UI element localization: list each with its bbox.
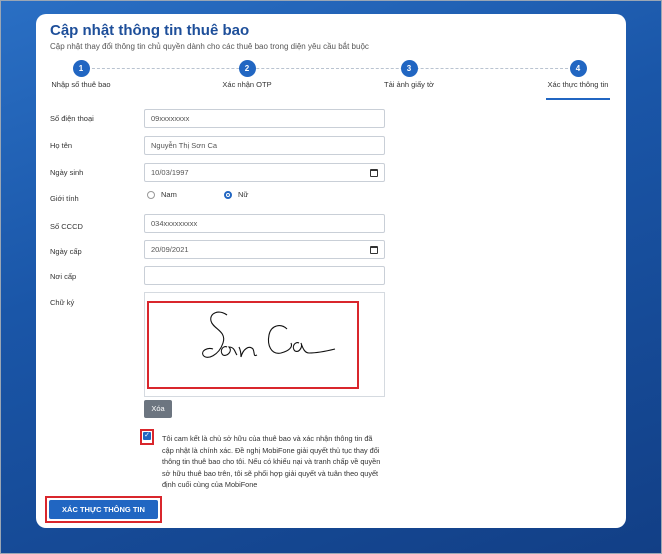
cccd-value: 034xxxxxxxxx bbox=[151, 219, 198, 228]
name-label: Họ tên bbox=[50, 141, 73, 150]
issue-place-label: Nơi cấp bbox=[50, 272, 77, 281]
step-4-label: Xác thực thông tin bbox=[547, 80, 609, 89]
phone-label: Số điện thoại bbox=[50, 114, 94, 123]
radio-female[interactable] bbox=[224, 190, 232, 199]
phone-value: 09xxxxxxxx bbox=[151, 114, 190, 123]
issue-place-field[interactable] bbox=[144, 266, 385, 285]
calendar-icon[interactable] bbox=[370, 168, 378, 177]
name-field[interactable]: Nguyễn Thị Sơn Ca bbox=[144, 136, 385, 155]
verify-info-button[interactable]: XÁC THỰC THÔNG TIN bbox=[49, 500, 158, 519]
calendar-icon[interactable] bbox=[370, 245, 378, 254]
dob-value: 10/03/1997 bbox=[151, 168, 189, 177]
step-1-label: Nhập số thuê bao bbox=[51, 80, 111, 89]
commitment-text: Tôi cam kết là chủ sở hữu của thuê bao v… bbox=[162, 434, 381, 489]
signature-drawing bbox=[202, 311, 336, 358]
name-value: Nguyễn Thị Sơn Ca bbox=[151, 141, 218, 150]
step-1: 1 Nhập số thuê bao bbox=[46, 60, 116, 89]
cccd-field[interactable]: 034xxxxxxxxx bbox=[144, 214, 385, 233]
page-title: Cập nhật thông tin thuê bao bbox=[50, 22, 250, 39]
radio-male[interactable] bbox=[147, 190, 155, 199]
step-2-number: 2 bbox=[238, 60, 256, 77]
gender-option-male[interactable]: Nam bbox=[147, 190, 177, 199]
step-3-label: Tải ảnh giấy tờ bbox=[384, 80, 434, 89]
stepper-line bbox=[82, 68, 578, 69]
cccd-label: Số CCCD bbox=[50, 222, 83, 231]
step-4: 4 Xác thực thông tin bbox=[543, 60, 613, 89]
step-2-label: Xác nhận OTP bbox=[222, 80, 272, 89]
issue-date-value: 20/09/2021 bbox=[151, 245, 189, 254]
signature-highlight bbox=[147, 301, 359, 389]
dob-label: Ngày sinh bbox=[50, 168, 84, 177]
issue-date-field[interactable]: 20/09/2021 bbox=[144, 240, 385, 259]
issue-date-label: Ngày cấp bbox=[50, 247, 82, 256]
dob-field[interactable]: 10/03/1997 bbox=[144, 163, 385, 182]
commitment-checkbox[interactable]: ✓ bbox=[143, 432, 151, 440]
signature-label: Chữ ký bbox=[50, 298, 75, 307]
page-subtitle: Cập nhật thay đổi thông tin chủ quyền dà… bbox=[50, 42, 369, 51]
gender-male-label: Nam bbox=[161, 190, 177, 199]
step-4-number: 4 bbox=[569, 60, 587, 77]
step-1-number: 1 bbox=[72, 60, 90, 77]
step-2: 2 Xác nhận OTP bbox=[212, 60, 282, 89]
gender-option-female[interactable]: Nữ bbox=[224, 190, 248, 199]
form-card: Cập nhật thông tin thuê bao Cập nhật tha… bbox=[36, 14, 626, 528]
gender-female-label: Nữ bbox=[238, 190, 249, 199]
step-3-number: 3 bbox=[400, 60, 418, 77]
phone-field[interactable]: 09xxxxxxxx bbox=[144, 109, 385, 128]
gender-label: Giới tính bbox=[50, 194, 79, 203]
delete-signature-button[interactable]: Xóa bbox=[144, 400, 172, 418]
active-step-indicator bbox=[546, 98, 610, 100]
step-3: 3 Tải ảnh giấy tờ bbox=[374, 60, 444, 89]
